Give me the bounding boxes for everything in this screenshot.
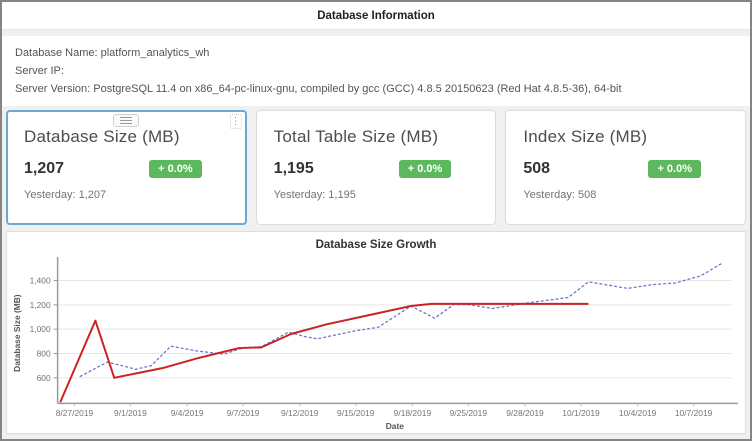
svg-text:9/1/2019: 9/1/2019	[114, 408, 147, 418]
page-header: Database Information	[2, 2, 750, 30]
database-info-panel: Database Name: platform_analytics_wh Ser…	[2, 36, 750, 106]
card-value: 1,195	[274, 160, 314, 178]
database-size-card[interactable]: ⋮ Database Size (MB) 1,207 + 0.0% Yester…	[6, 110, 247, 225]
database-name-line: Database Name: platform_analytics_wh	[15, 47, 737, 59]
metric-cards-row: ⋮ Database Size (MB) 1,207 + 0.0% Yester…	[6, 110, 746, 225]
card-title: Total Table Size (MB)	[274, 127, 480, 147]
drag-handle-icon[interactable]	[113, 114, 139, 127]
x-axis-label: Date	[386, 421, 405, 431]
svg-text:10/4/2019: 10/4/2019	[619, 408, 657, 418]
svg-text:600: 600	[37, 373, 51, 383]
svg-text:10/1/2019: 10/1/2019	[562, 408, 600, 418]
svg-text:9/7/2019: 9/7/2019	[227, 408, 260, 418]
svg-text:9/28/2019: 9/28/2019	[506, 408, 544, 418]
card-value: 508	[523, 160, 550, 178]
total-table-size-card[interactable]: Total Table Size (MB) 1,195 + 0.0% Yeste…	[256, 110, 497, 225]
server-version-line: Server Version: PostgreSQL 11.4 on x86_6…	[15, 83, 737, 95]
database-information-page: Database Information Database Name: plat…	[0, 0, 752, 441]
change-badge: + 0.0%	[399, 160, 452, 178]
svg-text:800: 800	[37, 348, 51, 358]
index-size-card[interactable]: Index Size (MB) 508 + 0.0% Yesterday: 50…	[505, 110, 746, 225]
svg-text:8/27/2019: 8/27/2019	[56, 408, 94, 418]
database-size-growth-chart[interactable]: 600 800 1,000 1,200 1,400 8/27/2019 9/1/2019 9/…	[10, 255, 742, 433]
yesterday-value: Yesterday: 1,207	[24, 189, 230, 201]
y-axis-label: Database Size (MB)	[12, 294, 22, 372]
yesterday-value: Yesterday: 508	[523, 189, 729, 201]
svg-text:9/15/2019: 9/15/2019	[337, 408, 375, 418]
svg-text:1,000: 1,000	[30, 324, 51, 334]
change-badge: + 0.0%	[149, 160, 202, 178]
card-value: 1,207	[24, 160, 64, 178]
series-database-size-mb	[80, 263, 723, 377]
server-ip-line: Server IP:	[15, 65, 737, 77]
svg-text:9/18/2019: 9/18/2019	[394, 408, 432, 418]
svg-text:9/12/2019: 9/12/2019	[281, 408, 319, 418]
card-title: Database Size (MB)	[24, 127, 230, 147]
chart-title: Database Size Growth	[7, 232, 745, 251]
page-title: Database Information	[317, 10, 435, 22]
svg-text:1,400: 1,400	[30, 275, 51, 285]
change-badge: + 0.0%	[648, 160, 701, 178]
svg-text:9/4/2019: 9/4/2019	[171, 408, 204, 418]
card-menu-icon[interactable]: ⋮	[230, 114, 242, 129]
database-size-growth-panel: Database Size Growth 600 800 1,000 1,200 1,4…	[6, 231, 746, 434]
svg-text:10/7/2019: 10/7/2019	[675, 408, 713, 418]
card-title: Index Size (MB)	[523, 127, 729, 147]
svg-text:9/25/2019: 9/25/2019	[450, 408, 488, 418]
yesterday-value: Yesterday: 1,195	[274, 189, 480, 201]
svg-text:1,200: 1,200	[30, 300, 51, 310]
